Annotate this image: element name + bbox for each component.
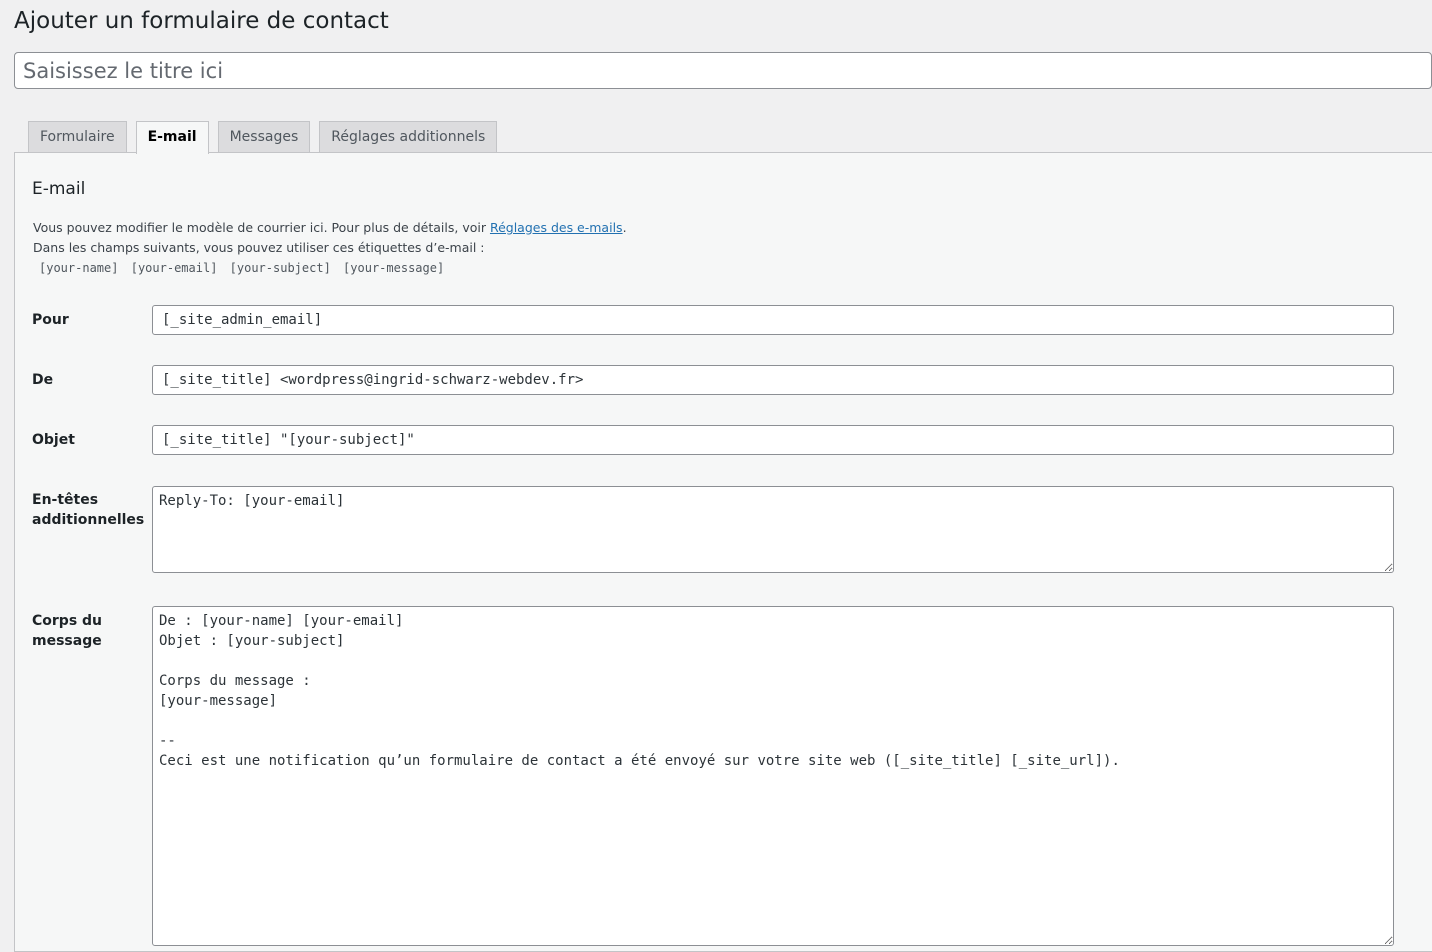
description-line-2: Dans les champs suivants, vous pouvez ut…	[33, 240, 485, 255]
tab-bar: Formulaire E-mail Messages Réglages addi…	[28, 121, 498, 154]
additional-headers-label: En-têtes additionnelles	[32, 490, 144, 530]
additional-headers-label-line1: En-têtes	[32, 492, 99, 508]
tab-email[interactable]: E-mail	[135, 121, 209, 154]
mail-tag[interactable]: [your-message]	[343, 261, 444, 275]
mail-tag[interactable]: [your-subject]	[230, 261, 331, 275]
message-body-textarea[interactable]: De : [your-name] [your-email] Objet : [y…	[152, 606, 1394, 946]
tab-additional-settings[interactable]: Réglages additionnels	[319, 121, 498, 153]
mail-tags-list: [your-name] [your-email] [your-subject] …	[33, 258, 627, 278]
mail-tag[interactable]: [your-name]	[39, 261, 118, 275]
email-panel: E-mail Vous pouvez modifier le modèle de…	[14, 152, 1432, 952]
mail-tag[interactable]: [your-email]	[131, 261, 218, 275]
description-line-1: Vous pouvez modifier le modèle de courri…	[33, 218, 627, 238]
additional-headers-textarea[interactable]: Reply-To: [your-email]	[152, 486, 1394, 573]
from-field[interactable]	[152, 365, 1394, 395]
message-body-label-line2: message	[32, 633, 102, 649]
email-settings-link[interactable]: Réglages des e-mails	[490, 220, 623, 235]
from-label: De	[32, 372, 54, 388]
additional-headers-label-line2: additionnelles	[32, 512, 145, 528]
description-text: Vous pouvez modifier le modèle de courri…	[33, 220, 490, 235]
page-title: Ajouter un formulaire de contact	[14, 8, 389, 34]
message-body-label: Corps du message	[32, 611, 102, 651]
to-label: Pour	[32, 312, 69, 328]
form-title-input[interactable]	[14, 52, 1432, 89]
message-body-label-line1: Corps du	[32, 613, 103, 629]
to-field[interactable]	[152, 305, 1394, 335]
tab-messages[interactable]: Messages	[217, 121, 311, 153]
tab-formulaire[interactable]: Formulaire	[28, 121, 127, 153]
email-panel-heading: E-mail	[32, 179, 86, 199]
subject-field[interactable]	[152, 425, 1394, 455]
subject-label: Objet	[32, 432, 75, 448]
email-description: Vous pouvez modifier le modèle de courri…	[33, 218, 627, 278]
description-period: .	[622, 220, 627, 235]
